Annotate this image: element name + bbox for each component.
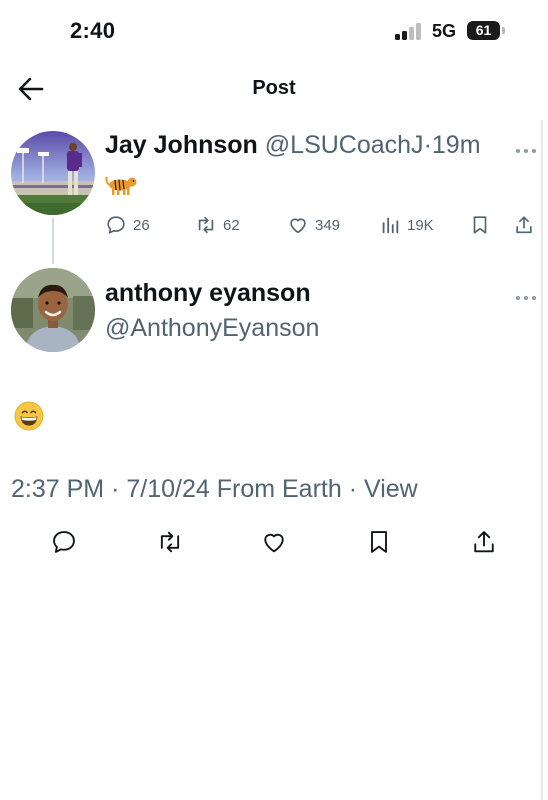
avatar-anthony-eyanson[interactable] <box>11 268 95 352</box>
post-date[interactable]: 7/10/24 <box>126 475 209 503</box>
tiger-emoji <box>105 174 137 196</box>
more-horizontal-icon[interactable] <box>515 142 537 153</box>
status-bar: 2:40 5G 61 <box>0 0 548 64</box>
post-metadata: 2:37 PM · 7/10/24 From Earth · View <box>11 472 418 506</box>
post-actions <box>0 528 548 558</box>
battery-level: 61 <box>475 22 492 38</box>
meta-separator: · <box>423 131 432 159</box>
meta-separator: · <box>348 475 358 503</box>
reply-icon <box>53 531 75 553</box>
parent-author-handle[interactable]: @LSUCoachJ <box>265 131 424 159</box>
like-count: 349 <box>315 216 341 234</box>
cellular-signal-icon <box>395 22 425 40</box>
post-source: From Earth <box>216 475 342 503</box>
parent-tweet-actions: 26 62 349 19K <box>105 212 540 238</box>
thread-connector <box>52 218 54 264</box>
bookmark-button[interactable] <box>365 528 393 556</box>
post-author-name[interactable]: anthony eyanson <box>105 277 311 309</box>
bookmark-icon <box>371 531 387 553</box>
repost-icon <box>198 216 214 234</box>
heart-icon <box>290 218 306 234</box>
share-button[interactable] <box>470 528 498 556</box>
reply-count: 26 <box>133 216 150 234</box>
share-icon <box>516 216 532 234</box>
repost-count: 62 <box>223 216 240 234</box>
post-author-handle[interactable]: @AnthonyEyanson <box>105 312 319 344</box>
analytics-icon <box>382 217 399 234</box>
page-title: Post <box>252 77 296 99</box>
view-count: 19K <box>407 216 434 234</box>
post-time[interactable]: 2:37 PM <box>11 475 104 503</box>
like-button[interactable]: 349 <box>287 212 340 238</box>
repost-button[interactable]: 62 <box>195 212 240 238</box>
repost-button[interactable] <box>156 528 184 556</box>
meta-separator: · <box>111 475 120 503</box>
grinning-face-emoji <box>14 401 44 431</box>
views-button[interactable]: 19K <box>379 212 434 238</box>
reply-button[interactable] <box>50 528 78 556</box>
nav-header: Post <box>0 64 548 114</box>
share-button[interactable] <box>513 212 535 238</box>
view-analytics-link[interactable]: View <box>364 475 418 503</box>
avatar-jay-johnson[interactable] <box>11 131 95 215</box>
reply-icon <box>107 216 125 234</box>
battery-icon: 61 <box>467 21 500 40</box>
scrollbar[interactable] <box>541 120 543 800</box>
reply-button[interactable]: 26 <box>105 212 150 238</box>
like-button[interactable] <box>260 528 288 556</box>
network-type: 5G <box>432 21 457 41</box>
battery-tip <box>502 27 505 34</box>
parent-tweet-age[interactable]: 19m <box>432 131 481 159</box>
repost-icon <box>160 531 180 553</box>
parent-tweet-header: Jay Johnson @LSUCoachJ·19m <box>105 128 481 162</box>
parent-author-name[interactable]: Jay Johnson <box>105 131 258 159</box>
more-horizontal-icon[interactable] <box>515 289 537 300</box>
heart-icon <box>264 533 284 553</box>
status-time: 2:40 <box>70 18 116 43</box>
share-icon <box>474 531 494 553</box>
bookmark-icon <box>473 216 487 234</box>
bookmark-button[interactable] <box>469 212 491 238</box>
